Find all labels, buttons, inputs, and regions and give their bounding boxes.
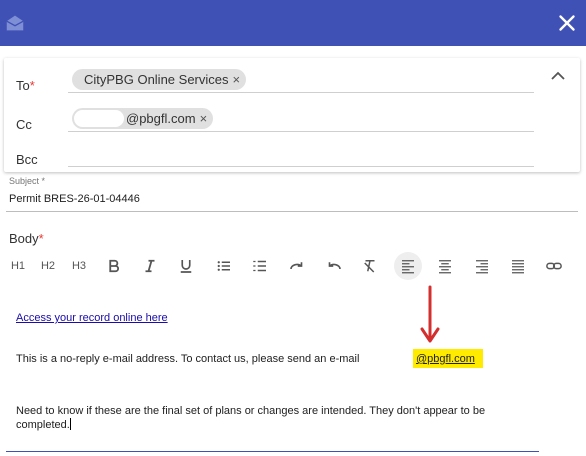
align-left-button[interactable]: [394, 252, 422, 280]
to-recipient-chip-label: CityPBG Online Services: [84, 72, 229, 87]
to-label: To*: [16, 78, 35, 93]
heading1-button[interactable]: H1: [6, 252, 30, 280]
noreply-text: This is a no-reply e-mail address. To co…: [16, 353, 360, 365]
link-icon: [546, 262, 562, 270]
bcc-label: Bcc: [16, 152, 38, 167]
bold-icon: [109, 259, 119, 273]
annotation-arrow: [420, 285, 440, 343]
underline-icon: [180, 260, 192, 273]
numbered-list-button[interactable]: [249, 252, 271, 280]
align-left-icon: [402, 260, 414, 274]
to-recipient-chip[interactable]: CityPBG Online Services ×: [72, 69, 247, 90]
underline-button[interactable]: [175, 252, 197, 280]
subject-label: Subject *: [9, 176, 46, 186]
insert-link-button[interactable]: [543, 252, 565, 280]
italic-button[interactable]: [139, 252, 161, 280]
dialog-header: [0, 0, 586, 46]
remove-cc-chip-icon[interactable]: ×: [200, 111, 208, 126]
chevron-up-icon[interactable]: [550, 70, 566, 82]
subject-input[interactable]: Permit BRES-26-01-04446: [9, 193, 140, 205]
italic-icon: [145, 259, 155, 273]
align-center-button[interactable]: [434, 252, 456, 280]
text-cursor: [69, 418, 71, 430]
align-right-icon: [476, 260, 488, 274]
align-right-button[interactable]: [471, 252, 493, 280]
align-center-icon: [439, 260, 451, 274]
bulleted-list-button[interactable]: [213, 252, 235, 280]
mail-open-icon: [6, 15, 24, 31]
clear-format-icon: [364, 260, 375, 273]
cc-label: Cc: [16, 117, 32, 132]
body-label: Body*: [9, 231, 44, 246]
numbered-list-icon: [253, 260, 266, 272]
cc-recipient-chip-label: @pbgfl.com: [126, 111, 196, 126]
to-field[interactable]: [68, 92, 534, 93]
subject-underline: [6, 211, 578, 212]
undo-icon: [328, 262, 341, 270]
editor-underline: [6, 451, 539, 452]
redo-button[interactable]: [286, 252, 308, 280]
bold-button[interactable]: [103, 252, 125, 280]
record-online-link[interactable]: Access your record online here: [16, 312, 168, 324]
clear-format-button[interactable]: [359, 252, 381, 280]
undo-button[interactable]: [323, 252, 345, 280]
heading2-button[interactable]: H2: [36, 252, 60, 280]
redo-icon: [290, 262, 303, 270]
justify-icon: [512, 260, 524, 274]
message-paragraph[interactable]: Need to know if these are the final set …: [16, 404, 536, 432]
recipients-panel: To* CityPBG Online Services × Cc @pbgfl.…: [4, 58, 580, 172]
justify-button[interactable]: [507, 252, 529, 280]
heading3-button[interactable]: H3: [67, 252, 91, 280]
remove-to-chip-icon[interactable]: ×: [233, 72, 241, 87]
redacted-name: [74, 110, 124, 127]
bcc-field[interactable]: [68, 166, 534, 167]
cc-recipient-chip[interactable]: @pbgfl.com ×: [72, 108, 214, 129]
contact-email-link[interactable]: @pbgfl.com: [416, 353, 475, 365]
bulleted-list-icon: [217, 261, 230, 271]
cc-field[interactable]: [68, 131, 534, 132]
close-icon[interactable]: [554, 10, 580, 36]
